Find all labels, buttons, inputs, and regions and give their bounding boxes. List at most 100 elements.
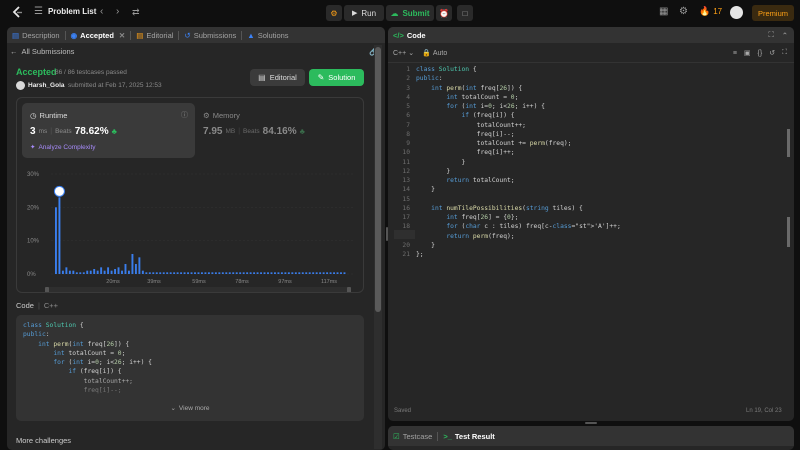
chart-bar[interactable] [204,272,207,274]
chart-bar[interactable] [117,267,120,274]
tab-testcase[interactable]: ☑ Testcase [388,426,437,446]
avatar[interactable] [730,6,743,19]
layout-grid-icon[interactable]: ▦ [659,6,668,17]
tab-accepted[interactable]: ◉ Accepted ✕ [66,27,131,43]
runtime-card[interactable]: ◷ Runtime ⓘ 3 ms | Beats 78.62% ♣ ✦ Anal… [22,103,195,158]
chart-bar[interactable] [166,272,169,274]
chart-bar[interactable] [315,272,318,274]
chart-bar[interactable] [152,272,155,274]
view-more-button[interactable]: ⌄ View more [16,404,364,413]
chart-bar[interactable] [79,272,82,274]
tab-code[interactable]: </> Code [388,27,431,43]
timer-button[interactable]: ⏰ [436,5,452,21]
code-editor-text[interactable]: class Solution {public: int perm(int fre… [416,65,621,259]
chart-bar[interactable] [131,254,134,274]
chart-bar[interactable] [214,272,217,274]
chart-bar[interactable] [280,272,283,274]
chart-bar[interactable] [305,272,308,274]
scrollbar-thumb[interactable] [375,47,381,312]
submit-button[interactable]: ☁ Submit [386,5,434,21]
chart-bar[interactable] [336,272,339,274]
debug-button[interactable]: ⚙ [326,5,342,21]
chart-bar[interactable] [260,272,263,274]
chart-bar[interactable] [326,272,329,274]
chart-bar[interactable] [287,272,290,274]
close-icon[interactable]: ✕ [119,31,125,40]
chart-bar[interactable] [267,272,269,274]
chart-bar[interactable] [221,272,224,274]
prev-problem-icon[interactable]: ‹ [100,6,103,17]
chart-bar[interactable] [114,269,117,274]
chart-bar[interactable] [270,272,273,274]
streak-counter[interactable]: 🔥 17 [699,6,722,17]
leetcode-logo[interactable] [11,6,23,19]
tab-test-result[interactable]: >_ Test Result [438,426,499,446]
chart-bar[interactable] [141,270,144,274]
chart-bar[interactable] [319,272,322,274]
chart-bar[interactable] [128,270,130,274]
chart-bar[interactable] [201,272,203,274]
run-button[interactable]: ▶ Run [344,5,384,21]
chart-bar[interactable] [134,264,137,274]
chart-bar[interactable] [159,272,162,274]
braces-icon[interactable]: {} [758,50,763,57]
chart-bar[interactable] [340,272,342,274]
chart-bar[interactable] [155,272,158,274]
tab-solutions[interactable]: ▲ Solutions [242,27,293,43]
chart-bar[interactable] [242,272,245,274]
chart-bar[interactable] [93,269,96,274]
editor-scrollbar[interactable] [787,69,791,399]
chart-bar[interactable] [55,207,57,274]
format-icon[interactable]: ≡ [733,50,737,57]
chart-bar[interactable] [89,270,92,274]
chart-bar[interactable] [228,272,231,274]
chart-bar[interactable] [68,270,71,274]
chart-bar[interactable] [187,272,190,274]
chart-bar[interactable] [239,272,242,274]
problem-list-link[interactable]: ☰ Problem List [34,6,96,17]
back-to-submissions[interactable]: ← All Submissions [10,47,74,56]
chart-bar[interactable] [190,272,193,274]
chart-bar[interactable] [148,272,151,274]
chart-bar[interactable] [291,272,294,274]
chart-bar[interactable] [312,272,315,274]
chart-bar[interactable] [58,197,61,274]
tab-description[interactable]: ▤ Description [7,27,65,43]
editorial-button[interactable]: ▤ Editorial [250,69,305,86]
chart-bar[interactable] [274,272,276,274]
chart-bar[interactable] [75,272,78,274]
range-handle-left[interactable] [45,287,49,292]
chart-bar[interactable] [253,272,256,274]
chart-bar[interactable] [308,272,311,274]
chart-bar[interactable] [162,272,165,274]
memory-card[interactable]: ⚙ Memory 7.95 MB | Beats 84.16% ♣ [203,103,359,158]
range-handle-right[interactable] [347,287,351,292]
chart-bar[interactable] [246,272,249,274]
username[interactable]: Harsh_Gola [28,82,65,89]
chart-bar[interactable] [277,272,280,274]
chart-bar[interactable] [225,272,228,274]
bookmark-icon[interactable]: ▣ [744,49,751,57]
chart-bar[interactable] [329,272,332,274]
chart-bar[interactable] [173,272,176,274]
chart-bar[interactable] [301,272,304,274]
chart-bar[interactable] [218,272,221,274]
chart-bar[interactable] [232,272,235,274]
chart-bar[interactable] [235,272,238,274]
chart-bar[interactable] [65,267,68,274]
chart-bar[interactable] [343,272,346,274]
chart-bar[interactable] [176,272,179,274]
chart-bar[interactable] [263,272,266,274]
chart-bar[interactable] [197,272,200,274]
chart-bar[interactable] [110,270,113,274]
chart-bar[interactable] [138,257,141,274]
chart-bar[interactable] [107,267,110,274]
panel-resize-handle[interactable] [585,422,597,424]
chart-bar[interactable] [169,272,172,274]
maximize-icon[interactable]: ⛶ [768,30,773,40]
range-slider-track[interactable] [45,287,351,292]
chart-bar[interactable] [145,272,148,274]
notes-button[interactable]: □ [457,5,473,21]
analyze-complexity-link[interactable]: ✦ Analyze Complexity [30,143,96,152]
chart-bar[interactable] [103,270,106,274]
